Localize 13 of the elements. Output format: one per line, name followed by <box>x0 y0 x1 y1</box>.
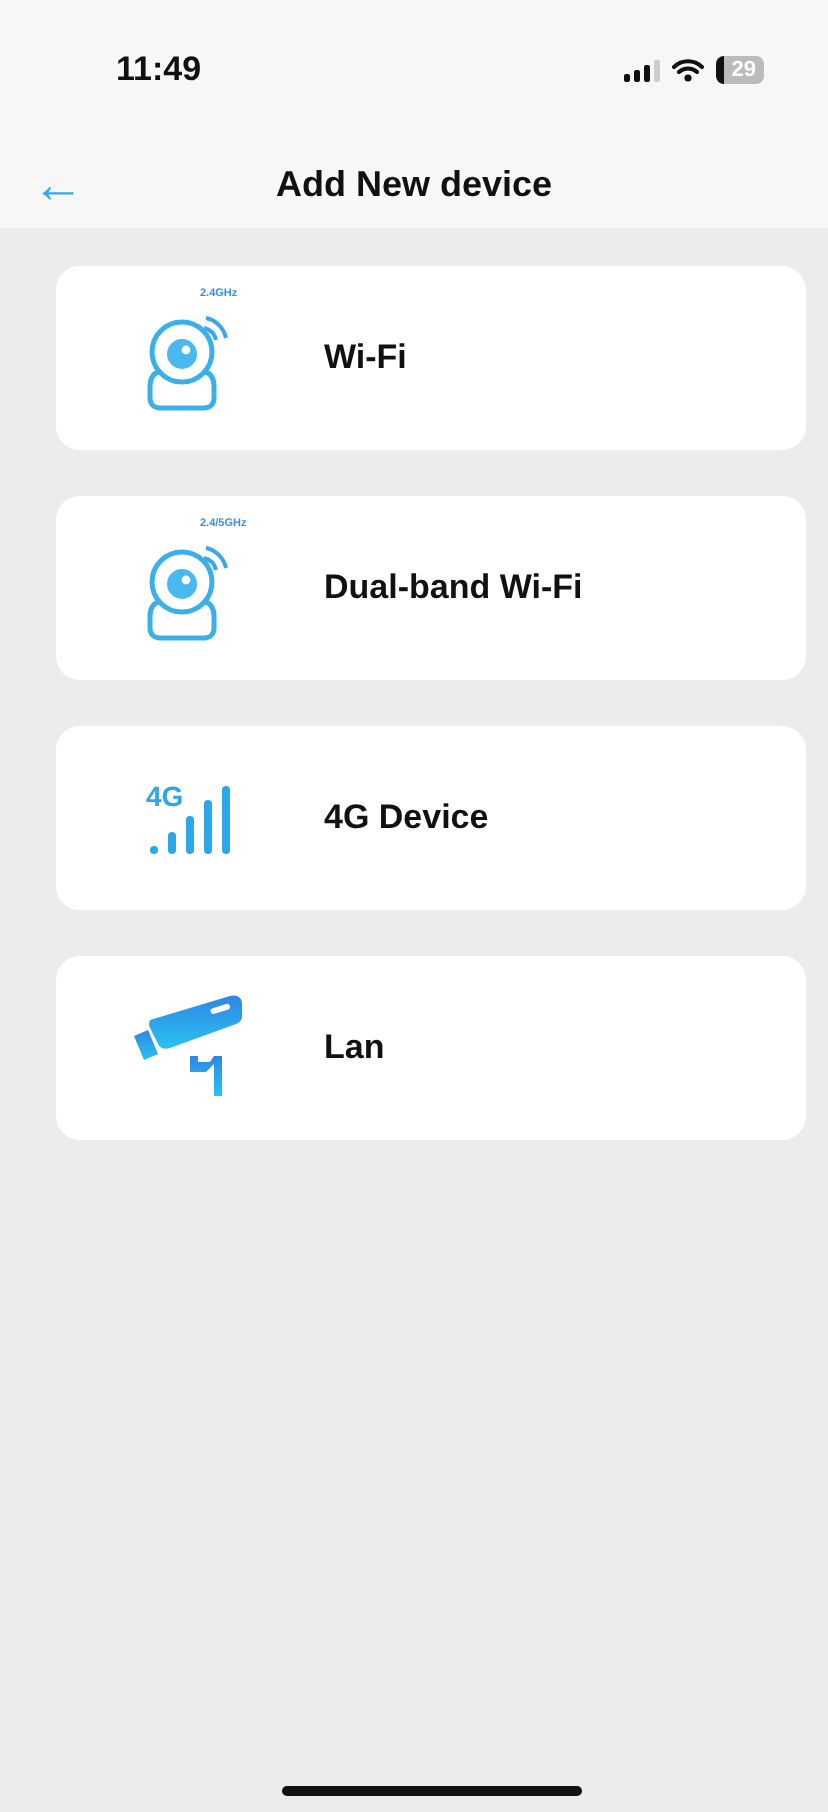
device-type-label: Dual-band Wi-Fi <box>324 568 583 608</box>
signal-bars-icon <box>146 784 234 856</box>
device-type-card[interactable]: Lan <box>56 956 806 1140</box>
network-label: 4G <box>146 780 184 812</box>
battery-level: 29 <box>715 56 764 84</box>
device-type-label: Wi-Fi <box>324 338 407 378</box>
signal-icon <box>623 59 660 81</box>
device-type-label: 4G Device <box>324 798 489 838</box>
status-time: 11:49 <box>116 50 202 90</box>
device-type-label: Lan <box>324 1028 385 1068</box>
device-type-card[interactable]: 4G 4G Device <box>56 726 806 910</box>
page-title: Add New device <box>275 163 553 205</box>
wifi-icon <box>671 58 704 82</box>
